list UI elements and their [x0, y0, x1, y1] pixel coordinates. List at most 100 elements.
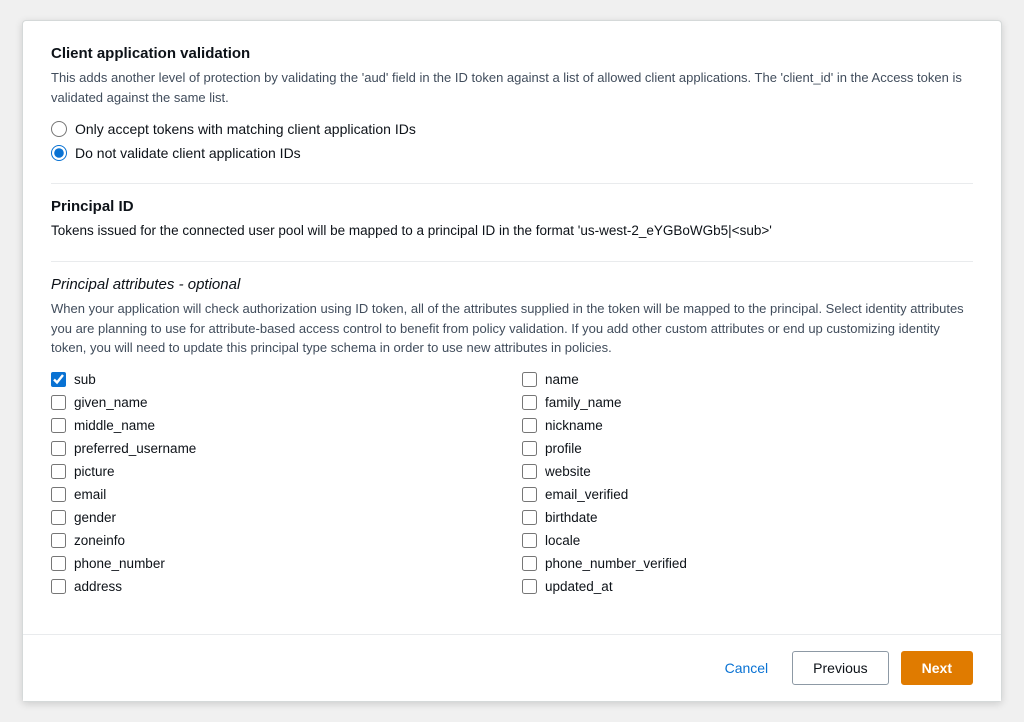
cb-zoneinfo[interactable]: zoneinfo	[51, 533, 502, 548]
cb-phone-number-verified[interactable]: phone_number_verified	[522, 556, 973, 571]
cb-address[interactable]: address	[51, 579, 502, 594]
cb-family-name[interactable]: family_name	[522, 395, 973, 410]
principal-attrs-title: Principal attributes - optional	[51, 276, 973, 293]
radio-only-accept-label: Only accept tokens with matching client …	[75, 121, 416, 137]
cb-preferred-username-input[interactable]	[51, 441, 66, 456]
cb-email-label: email	[74, 487, 106, 502]
cb-email-verified-label: email_verified	[545, 487, 628, 502]
principal-id-title: Principal ID	[51, 198, 973, 215]
radio-group: Only accept tokens with matching client …	[51, 121, 973, 161]
checkbox-col2-updated-at: updated_at	[522, 579, 973, 594]
radio-only-accept-input[interactable]	[51, 121, 67, 137]
cb-birthdate-input[interactable]	[522, 510, 537, 525]
cb-middle-name-label: middle_name	[74, 418, 155, 433]
cb-phone-number-input[interactable]	[51, 556, 66, 571]
cb-profile-input[interactable]	[522, 441, 537, 456]
principal-id-section: Principal ID Tokens issued for the conne…	[51, 198, 973, 241]
checkbox-col2-family: family_name	[522, 395, 973, 410]
checkbox-col2-locale: locale	[522, 533, 973, 548]
cb-email-input[interactable]	[51, 487, 66, 502]
checkbox-col1-email: email	[51, 487, 502, 502]
checkbox-col2-email-verified: email_verified	[522, 487, 973, 502]
cb-picture-label: picture	[74, 464, 115, 479]
modal-container: Client application validation This adds …	[22, 20, 1002, 702]
cb-picture-input[interactable]	[51, 464, 66, 479]
checkbox-col1-picture: picture	[51, 464, 502, 479]
cb-given-name-input[interactable]	[51, 395, 66, 410]
modal-body: Client application validation This adds …	[23, 21, 1001, 634]
principal-attrs-desc: When your application will check authori…	[51, 299, 973, 358]
cb-updated-at-label: updated_at	[545, 579, 613, 594]
radio-do-not-validate[interactable]: Do not validate client application IDs	[51, 145, 973, 161]
cb-profile[interactable]: profile	[522, 441, 973, 456]
cb-website-input[interactable]	[522, 464, 537, 479]
cb-name-input[interactable]	[522, 372, 537, 387]
radio-do-not-validate-input[interactable]	[51, 145, 67, 161]
cb-phone-number-verified-input[interactable]	[522, 556, 537, 571]
cb-address-input[interactable]	[51, 579, 66, 594]
cb-picture[interactable]: picture	[51, 464, 502, 479]
cb-name[interactable]: name	[522, 372, 973, 387]
cb-email[interactable]: email	[51, 487, 502, 502]
cb-family-name-label: family_name	[545, 395, 622, 410]
cb-nickname-label: nickname	[545, 418, 603, 433]
cb-address-label: address	[74, 579, 122, 594]
checkbox-col1: sub	[51, 372, 502, 387]
cb-gender[interactable]: gender	[51, 510, 502, 525]
cb-email-verified-input[interactable]	[522, 487, 537, 502]
cb-given-name[interactable]: given_name	[51, 395, 502, 410]
checkbox-col1-gender: gender	[51, 510, 502, 525]
cb-family-name-input[interactable]	[522, 395, 537, 410]
cb-phone-number-label: phone_number	[74, 556, 165, 571]
cb-website[interactable]: website	[522, 464, 973, 479]
radio-only-accept[interactable]: Only accept tokens with matching client …	[51, 121, 973, 137]
checkbox-col2-birthdate: birthdate	[522, 510, 973, 525]
principal-id-value: Tokens issued for the connected user poo…	[51, 221, 973, 241]
cb-phone-number[interactable]: phone_number	[51, 556, 502, 571]
cb-locale-label: locale	[545, 533, 580, 548]
checkbox-col2-profile: profile	[522, 441, 973, 456]
checkbox-col1-preferred: preferred_username	[51, 441, 502, 456]
cb-preferred-username[interactable]: preferred_username	[51, 441, 502, 456]
cb-sub-input[interactable]	[51, 372, 66, 387]
checkbox-col2-phone-number-verified: phone_number_verified	[522, 556, 973, 571]
cb-gender-label: gender	[74, 510, 116, 525]
checkbox-col2-nickname: nickname	[522, 418, 973, 433]
cb-locale[interactable]: locale	[522, 533, 973, 548]
previous-button[interactable]: Previous	[792, 651, 888, 685]
client-app-validation-desc: This adds another level of protection by…	[51, 68, 973, 107]
cb-locale-input[interactable]	[522, 533, 537, 548]
cb-updated-at-input[interactable]	[522, 579, 537, 594]
principal-attrs-section: Principal attributes - optional When you…	[51, 276, 973, 594]
cb-zoneinfo-input[interactable]	[51, 533, 66, 548]
cb-sub-label: sub	[74, 372, 96, 387]
cb-zoneinfo-label: zoneinfo	[74, 533, 125, 548]
cb-middle-name-input[interactable]	[51, 418, 66, 433]
cancel-button[interactable]: Cancel	[713, 652, 781, 684]
cb-given-name-label: given_name	[74, 395, 148, 410]
checkbox-col1-address: address	[51, 579, 502, 594]
cb-email-verified[interactable]: email_verified	[522, 487, 973, 502]
checkbox-col1-middle: middle_name	[51, 418, 502, 433]
divider-1	[51, 183, 973, 184]
checkbox-col2-name: name	[522, 372, 973, 387]
cb-birthdate[interactable]: birthdate	[522, 510, 973, 525]
cb-gender-input[interactable]	[51, 510, 66, 525]
client-app-validation-section: Client application validation This adds …	[51, 45, 973, 161]
divider-2	[51, 261, 973, 262]
cb-phone-number-verified-label: phone_number_verified	[545, 556, 687, 571]
cb-nickname-input[interactable]	[522, 418, 537, 433]
checkbox-col1-phone-number: phone_number	[51, 556, 502, 571]
checkbox-grid: sub name given_name	[51, 372, 973, 594]
cb-middle-name[interactable]: middle_name	[51, 418, 502, 433]
cb-birthdate-label: birthdate	[545, 510, 598, 525]
radio-do-not-validate-label: Do not validate client application IDs	[75, 145, 301, 161]
cb-website-label: website	[545, 464, 591, 479]
cb-updated-at[interactable]: updated_at	[522, 579, 973, 594]
cb-preferred-username-label: preferred_username	[74, 441, 196, 456]
next-button[interactable]: Next	[901, 651, 973, 685]
client-app-validation-title: Client application validation	[51, 45, 973, 62]
cb-name-label: name	[545, 372, 579, 387]
cb-nickname[interactable]: nickname	[522, 418, 973, 433]
cb-sub[interactable]: sub	[51, 372, 502, 387]
